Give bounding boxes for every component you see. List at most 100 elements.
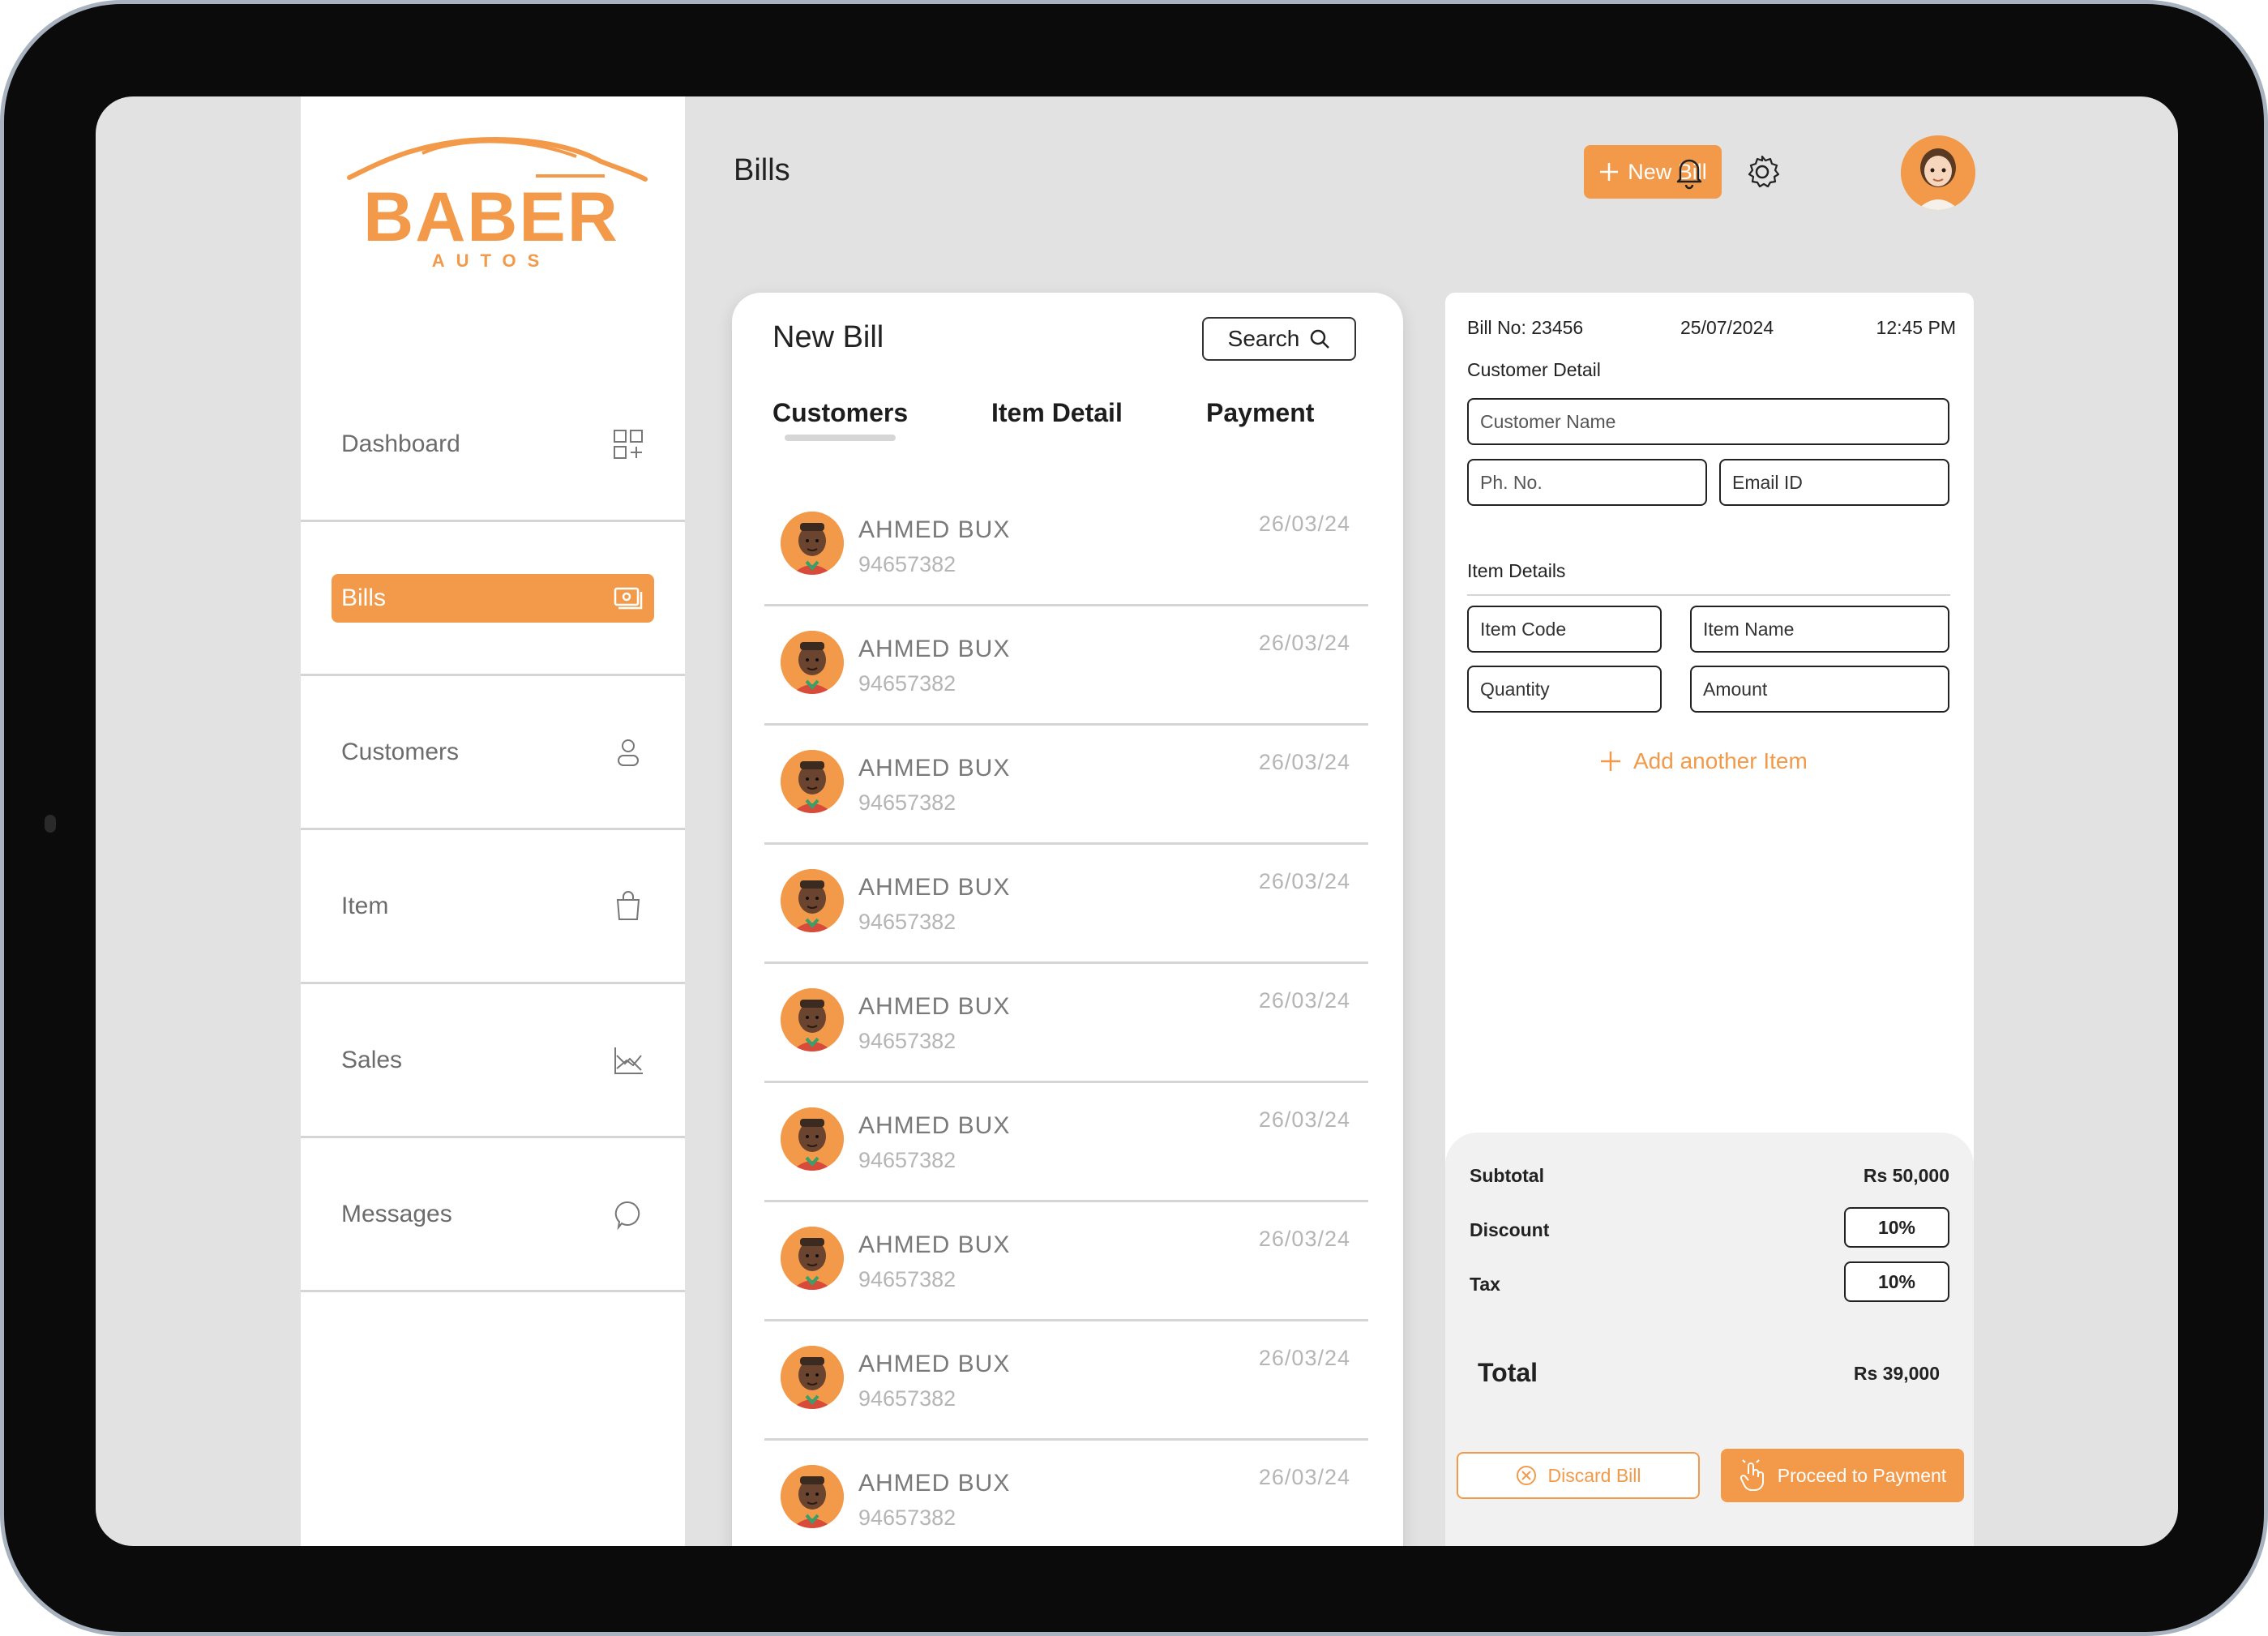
- customer-phone: 94657382: [858, 1148, 956, 1172]
- customer-avatar: [781, 1465, 844, 1528]
- subtotal-label: Subtotal: [1470, 1165, 1544, 1186]
- sidebar-item-customers[interactable]: Customers: [301, 676, 685, 830]
- customer-date: 26/03/24: [1258, 988, 1350, 1013]
- proceed-to-payment-button[interactable]: Proceed to Payment: [1721, 1449, 1964, 1502]
- list-item[interactable]: AHMED BUX 94657382 26/03/24: [764, 1321, 1368, 1441]
- list-item[interactable]: AHMED BUX 94657382 26/03/24: [764, 1083, 1368, 1202]
- brand-logo[interactable]: BABER AUTOS: [333, 129, 649, 271]
- proceed-label: Proceed to Payment: [1777, 1464, 1947, 1486]
- customer-name: AHMED BUX: [858, 1351, 1011, 1377]
- customer-avatar-icon: [781, 1107, 844, 1171]
- email-field[interactable]: Email ID: [1719, 459, 1949, 506]
- customer-date: 26/03/24: [1258, 631, 1350, 655]
- plus-icon: [1600, 163, 1619, 181]
- tax-label: Tax: [1470, 1274, 1500, 1295]
- customer-phone: 94657382: [858, 790, 956, 815]
- list-item[interactable]: AHMED BUX 94657382 26/03/24: [764, 1202, 1368, 1321]
- customer-avatar: [781, 1346, 844, 1409]
- item-code-placeholder: Item Code: [1480, 618, 1567, 640]
- customer-avatar: [781, 1227, 844, 1290]
- total-value: Rs 39,000: [1853, 1363, 1940, 1384]
- customer-avatar-icon: [781, 988, 844, 1051]
- list-item[interactable]: AHMED BUX 94657382 26/03/24: [764, 606, 1368, 726]
- bill-icon: [614, 587, 643, 609]
- sidebar-item-dashboard[interactable]: Dashboard: [301, 368, 685, 522]
- customer-avatar-icon: [781, 631, 844, 694]
- list-item[interactable]: AHMED BUX 94657382 26/03/24: [764, 1441, 1368, 1546]
- list-item[interactable]: AHMED BUX 94657382 26/03/24: [764, 487, 1368, 606]
- tax-input[interactable]: 10%: [1844, 1261, 1949, 1302]
- sidebar-item-bills[interactable]: Bills: [301, 522, 685, 676]
- email-placeholder: Email ID: [1732, 471, 1803, 493]
- chart-icon: [614, 1047, 643, 1074]
- customer-name: AHMED BUX: [858, 755, 1011, 782]
- add-item-button[interactable]: Add another Item: [1599, 748, 1808, 774]
- sidebar-item-label: Bills: [341, 584, 387, 611]
- customer-phone: 94657382: [858, 1267, 956, 1291]
- user-avatar[interactable]: [1901, 135, 1975, 210]
- tab-customers[interactable]: Customers: [772, 398, 908, 428]
- item-name-field[interactable]: Item Name: [1690, 606, 1949, 653]
- discount-input[interactable]: 10%: [1844, 1207, 1949, 1248]
- customer-name: AHMED BUX: [858, 874, 1011, 901]
- customer-name-field[interactable]: Customer Name: [1467, 398, 1949, 445]
- search-icon: [1311, 329, 1330, 349]
- sidebar-item-sales[interactable]: Sales: [301, 984, 685, 1138]
- tablet-frame: BABER AUTOS Dashboard Bills Customers It…: [0, 0, 2268, 1636]
- customer-name: AHMED BUX: [858, 993, 1011, 1020]
- customer-name: AHMED BUX: [858, 636, 1011, 662]
- customer-date: 26/03/24: [1258, 1227, 1350, 1251]
- user-icon: [618, 739, 639, 766]
- customer-phone: 94657382: [858, 910, 956, 934]
- brand-subtitle: AUTOS: [431, 251, 551, 271]
- sidebar-item-item[interactable]: Item: [301, 830, 685, 984]
- shopping-bag-icon: [616, 890, 640, 920]
- customer-avatar-icon: [781, 1227, 844, 1290]
- discount-label: Discount: [1470, 1219, 1550, 1240]
- bill-date: 25/07/2024: [1680, 317, 1774, 338]
- customer-avatar: [781, 869, 844, 932]
- item-code-field[interactable]: Item Code: [1467, 606, 1662, 653]
- page-title: Bills: [734, 153, 790, 187]
- profile-avatar-icon: [1901, 135, 1975, 210]
- search-label: Search: [1227, 326, 1300, 351]
- active-tab-indicator: [785, 435, 896, 441]
- bill-time: 12:45 PM: [1876, 317, 1956, 338]
- search-button[interactable]: Search: [1202, 317, 1356, 361]
- customer-phone: 94657382: [858, 671, 956, 696]
- customer-avatar: [781, 988, 844, 1051]
- quantity-field[interactable]: Quantity: [1467, 666, 1662, 713]
- customer-date: 26/03/24: [1258, 1107, 1350, 1132]
- list-item[interactable]: AHMED BUX 94657382 26/03/24: [764, 726, 1368, 845]
- customer-name: AHMED BUX: [858, 516, 1011, 543]
- total-label: Total: [1478, 1358, 1538, 1387]
- customer-date: 26/03/24: [1258, 750, 1350, 774]
- list-item[interactable]: AHMED BUX 94657382 26/03/24: [764, 845, 1368, 964]
- tab-payment[interactable]: Payment: [1206, 398, 1314, 428]
- amount-field[interactable]: Amount: [1690, 666, 1949, 713]
- customer-name: AHMED BUX: [858, 1470, 1011, 1497]
- close-circle-icon: [1517, 1466, 1537, 1485]
- tap-hand-icon: [1740, 1459, 1764, 1491]
- sidebar-item-label: Messages: [341, 1200, 452, 1227]
- camera-dot: [45, 815, 56, 833]
- customer-avatar: [781, 750, 844, 813]
- tab-item-detail[interactable]: Item Detail: [991, 398, 1123, 428]
- customer-avatar-icon: [781, 512, 844, 575]
- gear-icon[interactable]: [1744, 153, 1781, 191]
- customer-name: AHMED BUX: [858, 1231, 1011, 1258]
- list-item[interactable]: AHMED BUX 94657382 26/03/24: [764, 964, 1368, 1083]
- customer-avatar-icon: [781, 869, 844, 932]
- customer-phone: 94657382: [858, 1505, 956, 1530]
- discard-label: Discard Bill: [1547, 1464, 1641, 1486]
- phone-placeholder: Ph. No.: [1480, 471, 1543, 493]
- add-item-label: Add another Item: [1633, 748, 1808, 773]
- sidebar-item-messages[interactable]: Messages: [301, 1138, 685, 1292]
- customer-name: AHMED BUX: [858, 1112, 1011, 1139]
- customer-avatar-icon: [781, 1346, 844, 1409]
- bell-icon[interactable]: [1671, 153, 1708, 191]
- discard-bill-button[interactable]: Discard Bill: [1457, 1452, 1700, 1499]
- item-name-placeholder: Item Name: [1703, 618, 1795, 640]
- phone-field[interactable]: Ph. No.: [1467, 459, 1707, 506]
- customer-phone: 94657382: [858, 1029, 956, 1053]
